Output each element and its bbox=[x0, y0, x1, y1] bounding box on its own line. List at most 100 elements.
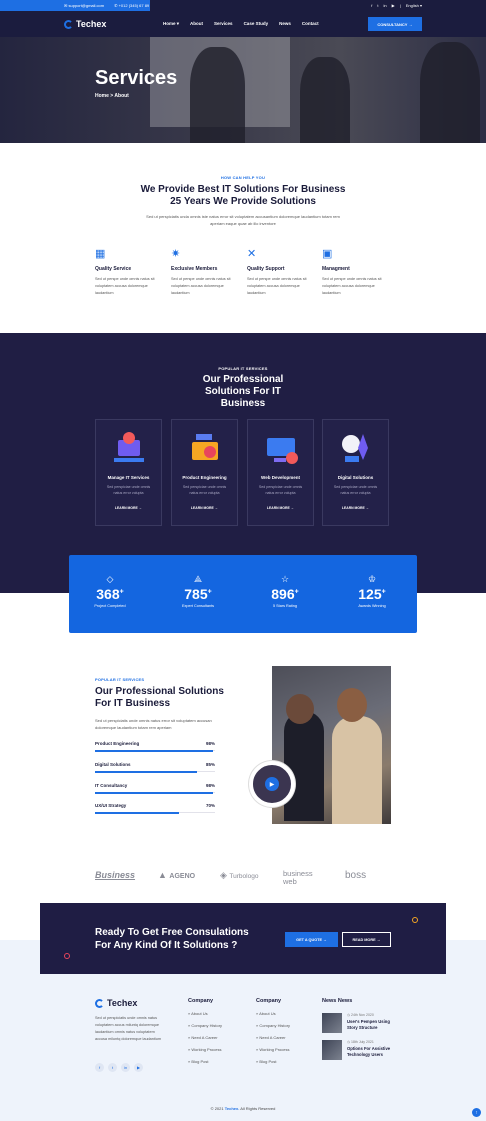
phone-text: +012 (345) 67 89 bbox=[118, 3, 150, 8]
hero-banner: Services Home > About bbox=[0, 37, 486, 143]
service-card-manage-it[interactable]: Manage IT Services Sed perspiciae unde o… bbox=[95, 419, 162, 526]
footer-link[interactable]: » Blog Post bbox=[256, 1059, 290, 1064]
nav-item-case-study[interactable]: Case Study bbox=[244, 21, 269, 27]
footer-link[interactable]: » Working Process bbox=[256, 1047, 290, 1052]
footer-link[interactable]: » About Us bbox=[188, 1011, 222, 1016]
footer-column-company-2: Company » About Us » Company History » N… bbox=[256, 998, 290, 1064]
section-title: Our Professional Solutions For IT Busine… bbox=[95, 686, 224, 709]
brand-logo[interactable]: ▲ AGENO bbox=[158, 870, 195, 880]
learn-more-link[interactable]: LEARN MORE → bbox=[323, 506, 388, 510]
card-desc: Sed perspiciae unde omnis natus error vo… bbox=[182, 485, 227, 495]
news-date: ◷ 24th Nov 2020 bbox=[347, 1013, 374, 1017]
link-text: Blog Post bbox=[191, 1059, 209, 1064]
skill-track bbox=[95, 770, 215, 773]
link-text: Working Process bbox=[191, 1047, 222, 1052]
brand-logo[interactable]: business web bbox=[283, 870, 323, 886]
trophy-icon: ♔ bbox=[367, 574, 377, 584]
facebook-icon[interactable]: f bbox=[95, 1063, 104, 1072]
nav-item-services[interactable]: Services bbox=[214, 21, 233, 27]
team-photo bbox=[272, 666, 391, 824]
stat-number: 368+ bbox=[96, 586, 124, 602]
footer-link[interactable]: » Working Process bbox=[188, 1047, 222, 1052]
cta-banner: Ready To Get Free Consulations For Any K… bbox=[40, 903, 446, 974]
footer-link[interactable]: » Company History bbox=[256, 1023, 290, 1028]
footer-link[interactable]: » About Us bbox=[256, 1011, 290, 1016]
nav-item-news[interactable]: News bbox=[279, 21, 291, 27]
stat-label: 5 Stars Rating bbox=[272, 604, 298, 608]
linkedin-icon[interactable]: in bbox=[384, 3, 387, 8]
facebook-icon[interactable]: f bbox=[371, 3, 372, 8]
logo-text: Techex bbox=[76, 19, 107, 29]
skill-track bbox=[95, 791, 215, 794]
service-card-web-development[interactable]: Web Development Sed perspiciae unde omni… bbox=[247, 419, 314, 526]
decor-circle bbox=[412, 917, 418, 923]
brand-logo[interactable]: Business bbox=[95, 870, 135, 880]
stat-label: Expert Consultants bbox=[181, 604, 215, 608]
card-desc: Sed perspiciae unde omnis natus error vo… bbox=[106, 485, 151, 495]
photo-figure bbox=[337, 688, 367, 722]
breadcrumb[interactable]: Home > About bbox=[95, 93, 129, 99]
linkedin-icon[interactable]: in bbox=[121, 1063, 130, 1072]
footer-logo[interactable]: Techex bbox=[95, 998, 137, 1008]
twitter-icon[interactable]: t bbox=[377, 3, 378, 8]
read-more-button[interactable]: READ MORE → bbox=[342, 932, 391, 947]
email-link[interactable]: ✉ support@gmail.com bbox=[64, 3, 104, 8]
diamond-icon: ◇ bbox=[106, 574, 114, 584]
stat-awards: ♔ 125+ Awards Winning bbox=[337, 574, 407, 608]
learn-more-link[interactable]: LEARN MORE → bbox=[248, 506, 313, 510]
hero-person bbox=[420, 42, 480, 143]
skill-value: 85% bbox=[205, 762, 215, 767]
skills-section: POPULAR IT SERVICES Our Professional Sol… bbox=[0, 633, 486, 853]
twitter-icon[interactable]: t bbox=[108, 1063, 117, 1072]
skill-bar: Digital Solutions 85% bbox=[95, 762, 215, 773]
consultancy-button[interactable]: CONSULTANCY → bbox=[368, 17, 422, 31]
learn-more-link[interactable]: LEARN MORE → bbox=[96, 506, 161, 510]
news-title: Options For Assistive Technology Users bbox=[347, 1046, 391, 1057]
stat-consultants: ⟁ 785+ Expert Consultants bbox=[163, 574, 233, 608]
service-card-digital-solutions[interactable]: Digital Solutions Sed perspiciae unde om… bbox=[322, 419, 389, 526]
section-description: Sed ut perspiciatis unda omnis iste natu… bbox=[146, 214, 340, 226]
learn-more-link[interactable]: LEARN MORE → bbox=[172, 506, 237, 510]
news-date: ◷ 18th July 2021 bbox=[347, 1040, 374, 1044]
stat-projects: ◇ 368+ Project Completed bbox=[75, 574, 145, 608]
footer-link[interactable]: » Need A Career bbox=[256, 1035, 290, 1040]
copyright-brand[interactable]: Techex. bbox=[225, 1106, 240, 1111]
chart-board-icon: ▦ bbox=[95, 248, 106, 260]
link-text: Need A Career bbox=[191, 1035, 218, 1040]
youtube-icon[interactable]: ▶ bbox=[392, 3, 395, 8]
nav-item-home[interactable]: Home ▾ bbox=[163, 21, 179, 27]
phone-link[interactable]: ✆ +012 (345) 67 89 bbox=[114, 3, 149, 8]
brand-logo[interactable]: boss bbox=[345, 870, 366, 881]
decor-circle bbox=[64, 953, 70, 959]
footer-link[interactable]: » Company History bbox=[188, 1023, 222, 1028]
get-quote-button[interactable]: GET A QUOTE → bbox=[285, 932, 338, 947]
date-text: 24th Nov 2020 bbox=[351, 1013, 374, 1017]
nav-item-contact[interactable]: Contact bbox=[302, 21, 319, 27]
skill-value: 98% bbox=[205, 741, 215, 746]
video-play-button[interactable]: ▶ bbox=[249, 761, 295, 807]
card-title: Product Engineering bbox=[182, 475, 227, 480]
logo-icon bbox=[95, 998, 104, 1008]
scroll-to-top-button[interactable]: ↑ bbox=[472, 1108, 481, 1117]
youtube-icon[interactable]: ▶ bbox=[134, 1063, 143, 1072]
brand-text: Turbologo bbox=[229, 873, 259, 880]
language-select[interactable]: English ▾ bbox=[406, 3, 422, 8]
hero-person bbox=[190, 47, 245, 143]
feature-title: Quality Support bbox=[247, 266, 285, 272]
footer-link[interactable]: » Need A Career bbox=[188, 1035, 222, 1040]
footer-about: Sed ut perspiciatis unde omnis natus vol… bbox=[95, 1016, 162, 1041]
logo[interactable]: Techex bbox=[64, 19, 106, 29]
footer-link[interactable]: » Blog Post bbox=[188, 1059, 222, 1064]
service-card-product-engineering[interactable]: Product Engineering Sed perspiciae unde … bbox=[171, 419, 238, 526]
logo-icon bbox=[64, 19, 73, 29]
solutions-section: POPULAR IT SERVICES Our Professional Sol… bbox=[0, 333, 486, 593]
copyright-text: All Rights Reserved bbox=[240, 1106, 276, 1111]
nav-item-about[interactable]: About bbox=[190, 21, 203, 27]
skill-fill bbox=[95, 770, 197, 773]
skill-value: 70% bbox=[205, 803, 215, 808]
brand-logo[interactable]: ◈ Turbologo bbox=[220, 870, 258, 881]
footer-heading: News News bbox=[322, 998, 353, 1004]
card-title: Manage IT Services bbox=[107, 475, 150, 480]
skill-track bbox=[95, 749, 215, 752]
logo-text: Techex bbox=[107, 998, 138, 1008]
